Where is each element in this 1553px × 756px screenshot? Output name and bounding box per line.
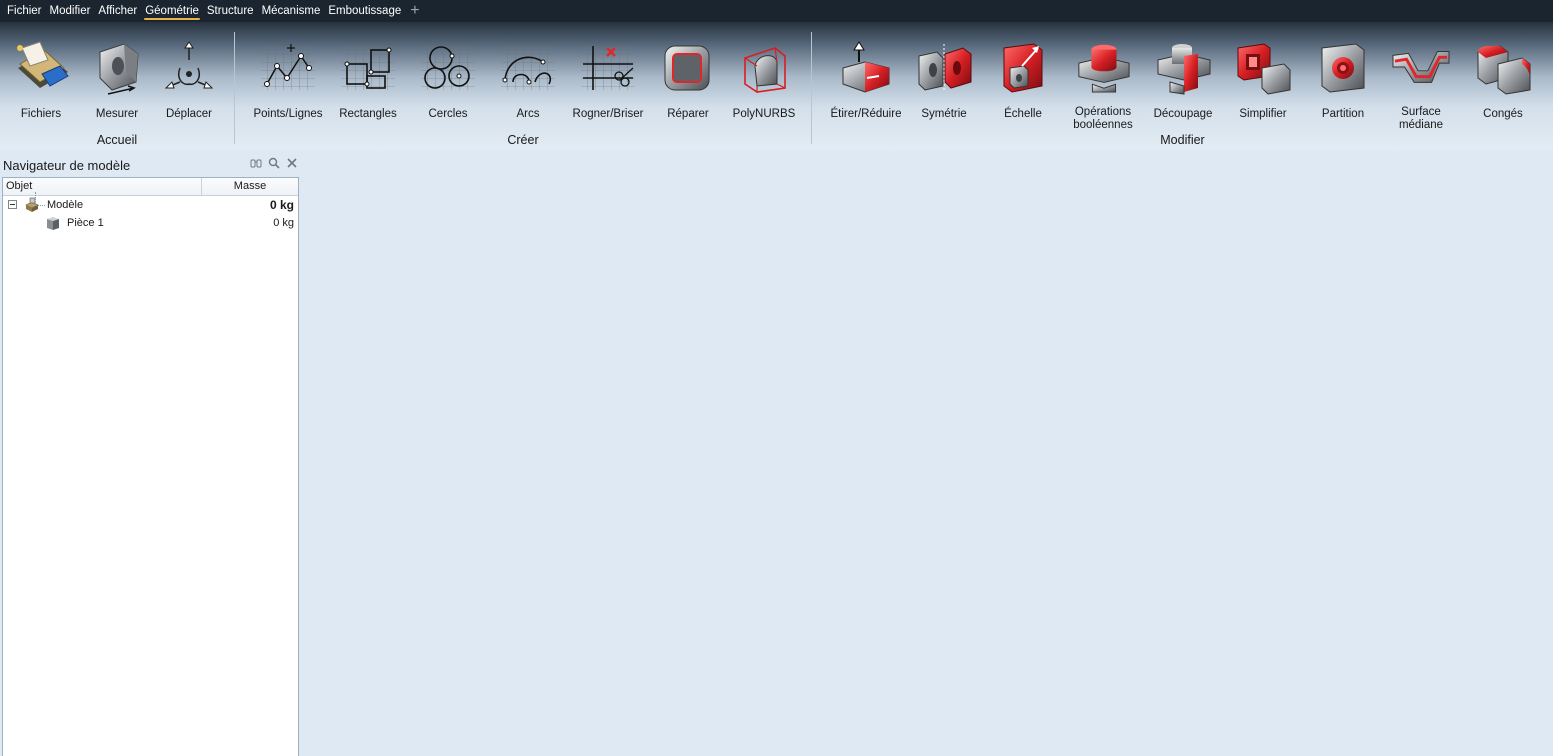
tool-fichiers[interactable]: Fichiers xyxy=(1,22,81,132)
tool-surface-mediane[interactable]: Surface médiane xyxy=(1381,22,1461,132)
ribbon-group-accueil: Fichiers Mesurer Déplacer Accueil xyxy=(0,22,234,150)
tool-label: Surface médiane xyxy=(1398,106,1444,131)
model-navigator: Objet Masse Modèle 0 kg Pièce 1 0 kg xyxy=(2,177,299,756)
tool-label: Rectangles xyxy=(339,108,397,120)
points-lines-icon xyxy=(261,44,315,90)
tool-partition[interactable]: Partition xyxy=(1303,22,1383,132)
tool-label: Cercles xyxy=(428,108,468,120)
tool-label: Découpage xyxy=(1153,108,1213,120)
polynurbs-icon xyxy=(744,47,786,93)
tree-item-name: Pièce 1 xyxy=(67,217,104,229)
tool-label: Arcs xyxy=(516,108,540,120)
tool-rectangles[interactable]: Rectangles xyxy=(328,22,408,132)
tool-label: Simplifier xyxy=(1239,108,1287,120)
measure-icon xyxy=(99,43,139,95)
midsurface-icon xyxy=(1392,51,1450,83)
binoculars-icon[interactable] xyxy=(250,156,262,170)
tool-arcs[interactable]: Arcs xyxy=(488,22,568,132)
tool-operations-booleennes[interactable]: Opérations booléennes xyxy=(1063,22,1143,132)
tool-label: Partition xyxy=(1321,108,1365,120)
ribbon: Fichiers Mesurer Déplacer Accueil Points… xyxy=(0,22,1553,150)
plus-icon[interactable]: + xyxy=(408,0,419,22)
column-header-object[interactable]: Objet xyxy=(3,178,202,195)
menu-geometrie[interactable]: Géométrie xyxy=(144,0,206,22)
rectangles-icon xyxy=(341,46,395,90)
ribbon-group-label: Créer xyxy=(507,133,539,147)
tool-label: PolyNURBS xyxy=(732,108,796,120)
tool-label: Mesurer xyxy=(95,108,139,120)
menu-fichier[interactable]: Fichier xyxy=(6,0,49,22)
menu-structure[interactable]: Structure xyxy=(206,0,261,22)
boolean-icon xyxy=(1078,44,1130,93)
tree-item-mass: 0 kg xyxy=(269,198,294,212)
tool-label: Points/Lignes xyxy=(253,108,323,120)
tool-label: Congés xyxy=(1483,108,1523,120)
close-icon[interactable] xyxy=(286,156,298,170)
ribbon-group-label: Modifier xyxy=(1160,133,1205,147)
tool-rogner-briser[interactable]: Rogner/Briser xyxy=(568,22,648,132)
files-icon xyxy=(17,41,69,88)
tool-deplacer[interactable]: Déplacer xyxy=(149,22,229,132)
tool-decoupage[interactable]: Découpage xyxy=(1143,22,1223,132)
partition-icon xyxy=(1321,43,1365,93)
column-header-mass[interactable]: Masse xyxy=(202,178,298,195)
mirror-icon xyxy=(918,44,972,92)
tool-conges[interactable]: Congés xyxy=(1463,22,1543,132)
menu-bar: Fichier Modifier Afficher Géométrie Stru… xyxy=(0,0,1553,22)
repair-icon xyxy=(664,45,710,91)
navigator-title: Navigateur de modèle xyxy=(3,157,131,173)
tree-row[interactable]: Modèle 0 kg xyxy=(3,196,298,214)
tool-label: Réparer xyxy=(667,108,709,120)
fillets-icon xyxy=(1477,45,1531,95)
tool-label: Opérations booléennes xyxy=(1073,106,1133,131)
tool-cercles[interactable]: Cercles xyxy=(408,22,488,132)
arcs-icon xyxy=(501,46,555,90)
circles-icon xyxy=(421,46,475,90)
simplify-icon xyxy=(1237,43,1291,95)
menu-emboutissage[interactable]: Emboutissage xyxy=(327,0,408,22)
ribbon-group-label: Accueil xyxy=(96,133,138,147)
tool-label: Déplacer xyxy=(165,108,213,120)
tree-connector xyxy=(35,192,36,206)
part-icon xyxy=(47,217,59,230)
tool-label: Échelle xyxy=(1004,108,1042,120)
ribbon-group-creer: Points/Lignes Rectangles Cercles Arcs Ro… xyxy=(235,22,811,150)
modeling-viewport[interactable] xyxy=(300,150,1553,756)
tool-symetrie[interactable]: Symétrie xyxy=(904,22,984,132)
scale-icon xyxy=(1003,43,1043,93)
navigator-actions xyxy=(250,156,298,170)
collapse-toggle[interactable] xyxy=(8,200,17,209)
tool-simplifier[interactable]: Simplifier xyxy=(1223,22,1303,132)
navigator-header: Navigateur de modèle xyxy=(0,154,300,176)
tree-item-name: Modèle xyxy=(47,199,84,211)
search-icon[interactable] xyxy=(268,156,280,170)
tree-row[interactable]: Pièce 1 0 kg xyxy=(3,214,298,232)
tool-etirer-reduire[interactable]: Étirer/Réduire xyxy=(826,22,906,132)
tree-item-mass: 0 kg xyxy=(273,217,294,229)
menu-mecanisme[interactable]: Mécanisme xyxy=(261,0,328,22)
menu-afficher[interactable]: Afficher xyxy=(97,0,144,22)
push-pull-icon xyxy=(842,41,890,93)
navigator-column-headers: Objet Masse xyxy=(3,178,298,196)
move-icon xyxy=(164,41,214,89)
tool-label: Rogner/Briser xyxy=(572,108,644,120)
ribbon-group-modifier: Étirer/Réduire Symétrie Échelle Opératio… xyxy=(812,22,1553,150)
tree-connector xyxy=(35,205,45,206)
tool-label: Étirer/Réduire xyxy=(830,108,902,120)
tool-label: Fichiers xyxy=(20,108,62,120)
split-icon xyxy=(1157,44,1211,95)
tool-reparer[interactable]: Réparer xyxy=(648,22,728,132)
tool-polynurbs[interactable]: PolyNURBS xyxy=(724,22,804,132)
tool-points-lignes[interactable]: Points/Lignes xyxy=(248,22,328,132)
menu-modifier[interactable]: Modifier xyxy=(49,0,98,22)
trim-break-icon xyxy=(581,46,635,90)
tool-echelle[interactable]: Échelle xyxy=(983,22,1063,132)
tool-mesurer[interactable]: Mesurer xyxy=(77,22,157,132)
tool-label: Symétrie xyxy=(921,108,967,120)
